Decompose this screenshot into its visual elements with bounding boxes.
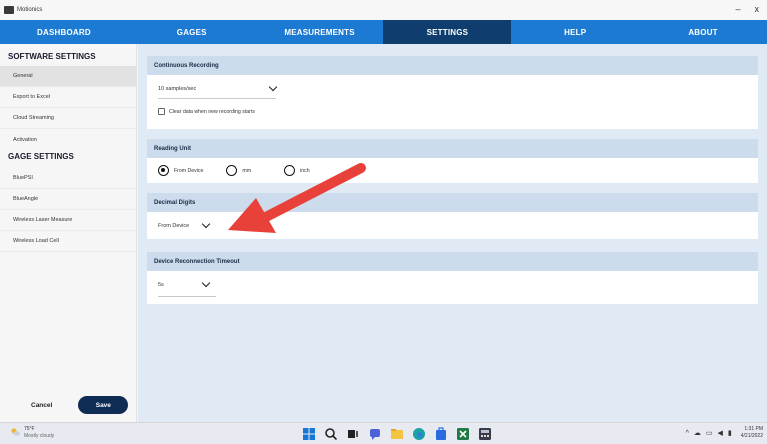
chevron-down-icon [201,278,211,288]
radio-from-device-label: From Device [174,167,204,174]
sidebar-item-wireless-load-cell[interactable]: Wireless Load Cell [0,231,136,252]
chat-icon[interactable] [368,427,382,441]
clear-data-label: Clear data when new recording starts [169,108,255,115]
dropdown-underline [158,98,276,99]
system-tray: ^ ☁ ▭ ◀ ▮ 1:31 PM 4/21/2022 [686,426,763,440]
file-explorer-icon[interactable] [390,427,404,441]
clock-time: 1:31 PM [744,426,763,432]
sample-rate-dropdown[interactable]: 10 samples/sec [158,82,278,94]
decimal-digits-panel: Decimal Digits From Device [147,193,758,239]
radio-inch-label: inch [300,167,310,174]
reconnection-timeout-header: Device Reconnection Timeout [147,252,758,271]
reconnection-timeout-dropdown[interactable]: 5s [158,278,216,290]
search-icon[interactable] [324,427,338,441]
sidebar-item-cloud-streaming[interactable]: Cloud Streaming [0,108,136,129]
reading-unit-panel: Reading Unit From Device mm inch [147,139,758,183]
weather-widget[interactable]: 75°F Mostly cloudy [10,426,54,440]
radio-inch[interactable]: inch [284,165,310,176]
main-nav: DASHBOARD GAGES MEASUREMENTS SETTINGS HE… [0,20,767,44]
continuous-recording-header: Continuous Recording [147,56,758,75]
reconnection-timeout-value: 5s [158,282,164,288]
sidebar-item-blueangle[interactable]: BlueAngle [0,189,136,210]
battery-icon[interactable]: ▮ [728,429,732,437]
tab-dashboard[interactable]: DASHBOARD [0,20,128,44]
radio-selected-icon [158,165,169,176]
gage-settings-heading: GAGE SETTINGS [8,152,74,161]
monitor-icon[interactable]: ▭ [706,429,713,437]
radio-mm[interactable]: mm [226,165,251,176]
settings-sidebar: SOFTWARE SETTINGS General Export to Exce… [0,44,137,422]
cloud-icon[interactable]: ☁ [694,429,701,437]
partly-cloudy-icon [11,428,20,436]
chevron-up-icon[interactable]: ^ [686,430,689,437]
decimal-digits-header: Decimal Digits [147,193,758,212]
clock-date: 4/21/2022 [740,433,763,439]
window-title: Motionics [17,7,43,13]
decimal-digits-dropdown[interactable]: From Device [158,219,216,231]
decimal-digits-value: From Device [158,223,190,229]
clear-data-checkbox-row[interactable]: Clear data when new recording starts [158,108,255,115]
tab-help[interactable]: HELP [511,20,639,44]
settings-content: Continuous Recording 10 samples/sec Clea… [138,44,767,422]
title-bar: Motionics – x [0,0,767,20]
radio-unselected-icon [226,165,238,176]
sidebar-item-export-to-excel[interactable]: Export to Excel [0,87,136,108]
reconnection-timeout-panel: Device Reconnection Timeout 5s [147,252,758,304]
sidebar-footer: Cancel Save [0,396,137,414]
save-button[interactable]: Save [78,396,129,414]
clear-data-checkbox[interactable] [158,108,165,115]
chevron-down-icon [268,82,278,92]
software-settings-heading: SOFTWARE SETTINGS [8,52,96,61]
radio-mm-label: mm [242,167,252,174]
window-controls: – x [735,4,759,14]
reading-unit-header: Reading Unit [147,139,758,158]
tab-measurements[interactable]: MEASUREMENTS [256,20,384,44]
taskbar-app-icons [302,427,492,441]
tab-gages[interactable]: GAGES [128,20,256,44]
cancel-button[interactable]: Cancel [31,402,52,409]
app-logo-icon [4,6,14,14]
weather-desc: Mostly cloudy [24,433,55,439]
radio-unselected-icon [284,165,296,176]
reading-unit-radio-group: From Device mm inch [158,165,310,176]
sample-rate-value: 10 samples/sec [158,86,197,92]
chevron-down-icon [201,219,211,229]
taskbar-clock[interactable]: 1:31 PM 4/21/2022 [741,426,763,440]
app-window: Motionics – x DASHBOARD GAGES MEASUREMEN… [0,0,767,444]
tab-settings[interactable]: SETTINGS [383,20,512,44]
weather-temp: 75°F [24,426,35,432]
store-icon[interactable] [434,427,448,441]
edge-browser-icon[interactable] [412,427,426,441]
task-view-icon[interactable] [346,427,360,441]
sidebar-item-wireless-laser-measure[interactable]: Wireless Laser Measure [0,210,136,231]
speaker-icon[interactable]: ◀ [718,429,723,437]
sidebar-item-bluepsi[interactable]: BluePSI [0,168,136,189]
close-button[interactable]: x [755,4,760,14]
excel-icon[interactable] [456,427,470,441]
sidebar-item-general[interactable]: General [0,66,136,87]
continuous-recording-panel: Continuous Recording 10 samples/sec Clea… [147,56,758,129]
dropdown-underline [158,296,216,297]
sidebar-item-activation[interactable]: Activation [0,129,136,150]
minimize-button[interactable]: – [735,4,740,14]
windows-taskbar: 75°F Mostly cloudy ^ ☁ ▭ ◀ ▮ 1:31 PM 4/2… [0,422,767,444]
tab-about[interactable]: ABOUT [639,20,767,44]
radio-from-device[interactable]: From Device [158,165,203,176]
windows-start-icon[interactable] [302,427,316,441]
calculator-app-icon[interactable] [478,427,492,441]
